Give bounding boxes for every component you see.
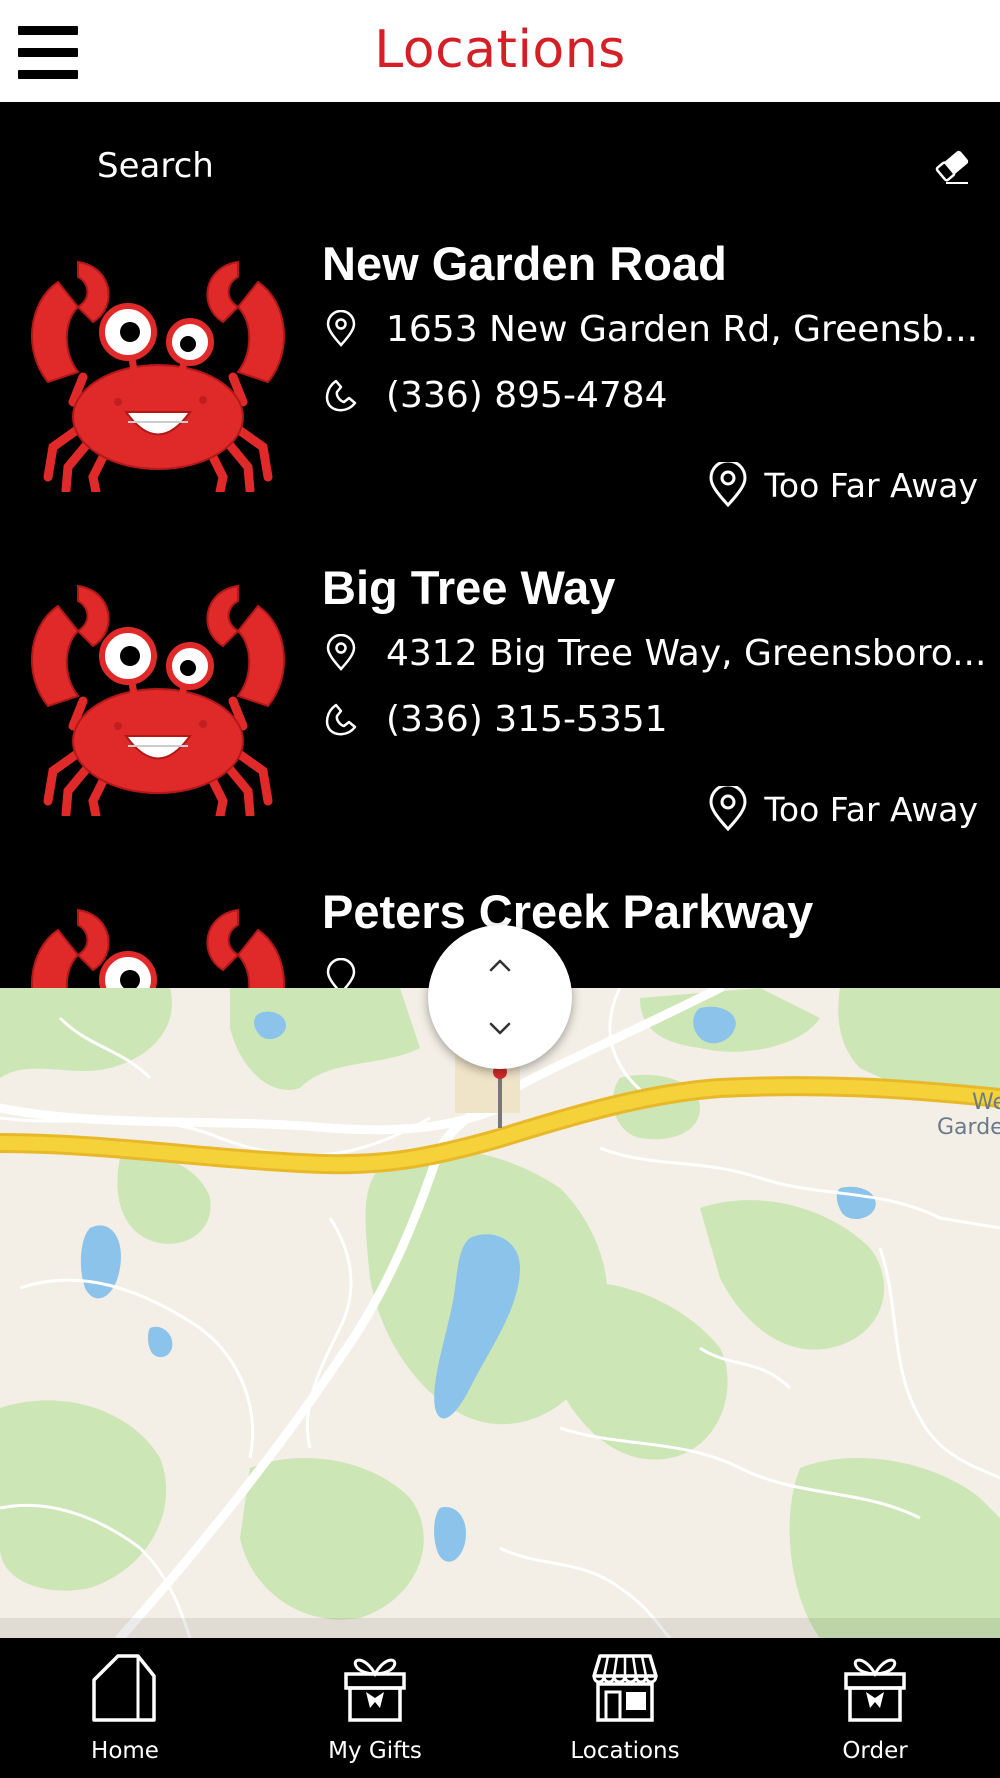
location-card[interactable]: New Garden Road 1653 New Garden Rd, Gree… [0,232,1000,556]
chevron-down-icon [489,1022,511,1035]
phone-icon [325,703,357,736]
nav-item-order[interactable]: Order [750,1638,1000,1778]
address-text: 1653 New Garden Rd, Greensb... [386,308,979,350]
crab-logo-icon [31,908,285,988]
map-place-label: We [972,1090,1000,1115]
nav-label: Locations [570,1738,680,1764]
location-address[interactable]: 1653 New Garden Rd, Greensb... [322,304,978,354]
app-header: Locations [0,0,1000,102]
phone-text: (336) 315-5351 [386,698,668,740]
page-title: Locations [374,20,626,80]
address-text: 4312 Big Tree Way, Greensboro... [386,632,987,674]
distance-indicator: Too Far Away [706,784,978,834]
map-pin-icon [326,310,356,347]
nav-label: Home [91,1738,159,1764]
bottom-nav: Home My Gifts Locations Order [0,1638,1000,1778]
distance-text: Too Far Away [764,789,978,829]
store-icon [592,1654,658,1722]
location-name: Big Tree Way [322,561,616,614]
map-pin-icon [326,634,356,671]
map-toggle-button[interactable] [428,925,572,1069]
nav-label: Order [842,1738,908,1764]
map-canvas[interactable] [0,988,1000,1638]
location-address[interactable] [322,952,386,988]
location-name: New Garden Road [322,237,727,290]
gift-icon [344,1658,406,1722]
map-pin-icon [709,786,747,832]
location-phone[interactable]: (336) 315-5351 [322,694,668,744]
distance-indicator: Too Far Away [706,460,978,510]
map-view[interactable]: We Garde [0,988,1000,1638]
map-pin-icon [326,958,356,988]
phone-icon [325,379,357,412]
crab-logo-icon [31,260,285,492]
chevron-up-icon [489,959,511,972]
nav-item-locations[interactable]: Locations [500,1638,750,1778]
map-place-label: Garde [937,1115,1000,1140]
crab-logo-icon [31,584,285,816]
location-address[interactable]: 4312 Big Tree Way, Greensboro... [322,628,986,678]
home-icon [92,1654,156,1722]
nav-item-home[interactable]: Home [0,1638,250,1778]
map-pin-icon [709,462,747,508]
location-phone[interactable]: (336) 895-4784 [322,370,668,420]
phone-text: (336) 895-4784 [386,374,668,416]
eraser-icon[interactable] [932,146,972,186]
nav-label: My Gifts [328,1738,422,1764]
gift-icon [844,1658,906,1722]
search-bar[interactable]: Search [0,102,1000,232]
location-card[interactable]: Big Tree Way 4312 Big Tree Way, Greensbo… [0,556,1000,880]
distance-text: Too Far Away [764,465,978,505]
locations-list[interactable]: Search New Garden Road 1653 New Garden R… [0,102,1000,988]
nav-item-my-gifts[interactable]: My Gifts [250,1638,500,1778]
search-input[interactable]: Search [97,146,214,186]
